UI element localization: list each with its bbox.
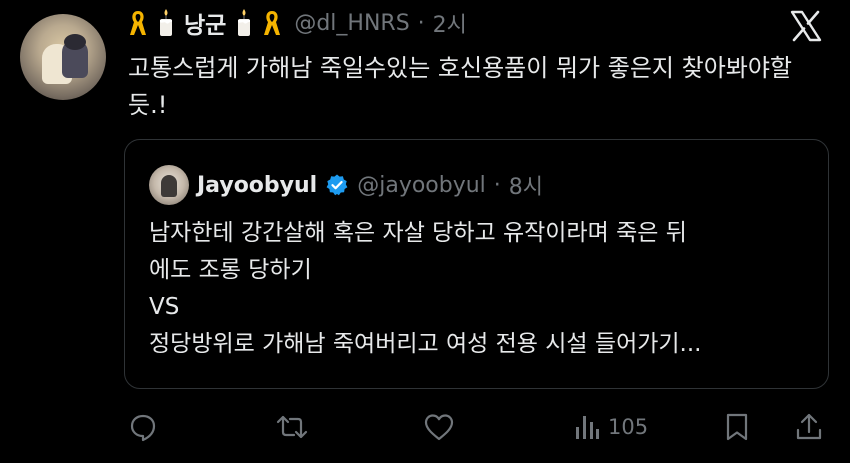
yellow-ribbon-icon — [262, 9, 282, 37]
bookmark-icon — [726, 413, 748, 441]
yellow-ribbon-icon — [128, 9, 148, 37]
quote-author-avatar[interactable] — [149, 165, 189, 205]
quote-text-line: 정당방위로 가해남 죽여버리고 여성 전용 시설 들어가기... — [149, 331, 702, 357]
reply-button[interactable] — [128, 405, 158, 449]
quote-author-handle[interactable]: @jayoobyul — [357, 173, 486, 198]
avatar-hair — [64, 34, 86, 50]
tweet-text: 고통스럽게 가해남 죽일수있는 호신용품이 뭐가 좋은지 찾아봐야할듯.! — [128, 54, 793, 119]
retweet-icon — [276, 415, 308, 439]
views-button[interactable]: 105 — [574, 405, 648, 449]
action-bar: 105 — [0, 405, 850, 449]
share-icon — [796, 413, 822, 440]
quote-avatar-figure — [161, 175, 177, 197]
like-icon — [424, 414, 454, 441]
candle-icon — [232, 8, 256, 38]
separator-dot: · — [417, 10, 425, 36]
quoted-tweet[interactable]: Jayoobyul @jayoobyul · 8시 남자한테 강간살해 혹은 자… — [124, 139, 829, 389]
quote-author-display-name[interactable]: Jayoobyul — [197, 173, 317, 198]
tweet-header: 낭군 @dl_HNRS · 2시 — [128, 6, 467, 40]
verified-badge-icon — [325, 173, 349, 197]
post-time[interactable]: 2시 — [433, 7, 467, 39]
share-button[interactable] — [794, 405, 824, 449]
quote-text: 남자한테 강간살해 혹은 자살 당하고 유작이라며 죽은 뒤 에도 조롱 당하기… — [149, 215, 809, 363]
retweet-button[interactable] — [275, 405, 309, 449]
quote-text-line: 에도 조롱 당하기 — [149, 257, 312, 283]
candle-icon — [154, 8, 178, 38]
x-logo-icon — [790, 10, 822, 42]
quote-post-time[interactable]: 8시 — [509, 169, 543, 201]
separator-dot: · — [493, 172, 501, 198]
author-display-name[interactable]: 낭군 — [184, 6, 226, 40]
bookmark-button[interactable] — [723, 405, 751, 449]
like-button[interactable] — [423, 405, 455, 449]
quote-text-line: 남자한테 강간살해 혹은 자살 당하고 유작이라며 죽은 뒤 — [149, 220, 687, 246]
quote-text-line: VS — [149, 294, 180, 320]
views-icon — [576, 416, 599, 439]
author-handle[interactable]: @dl_HNRS — [294, 11, 409, 36]
author-avatar[interactable] — [20, 14, 106, 100]
reply-icon — [130, 414, 156, 442]
quote-header: Jayoobyul @jayoobyul · 8시 — [149, 164, 543, 206]
views-count: 105 — [608, 415, 649, 439]
